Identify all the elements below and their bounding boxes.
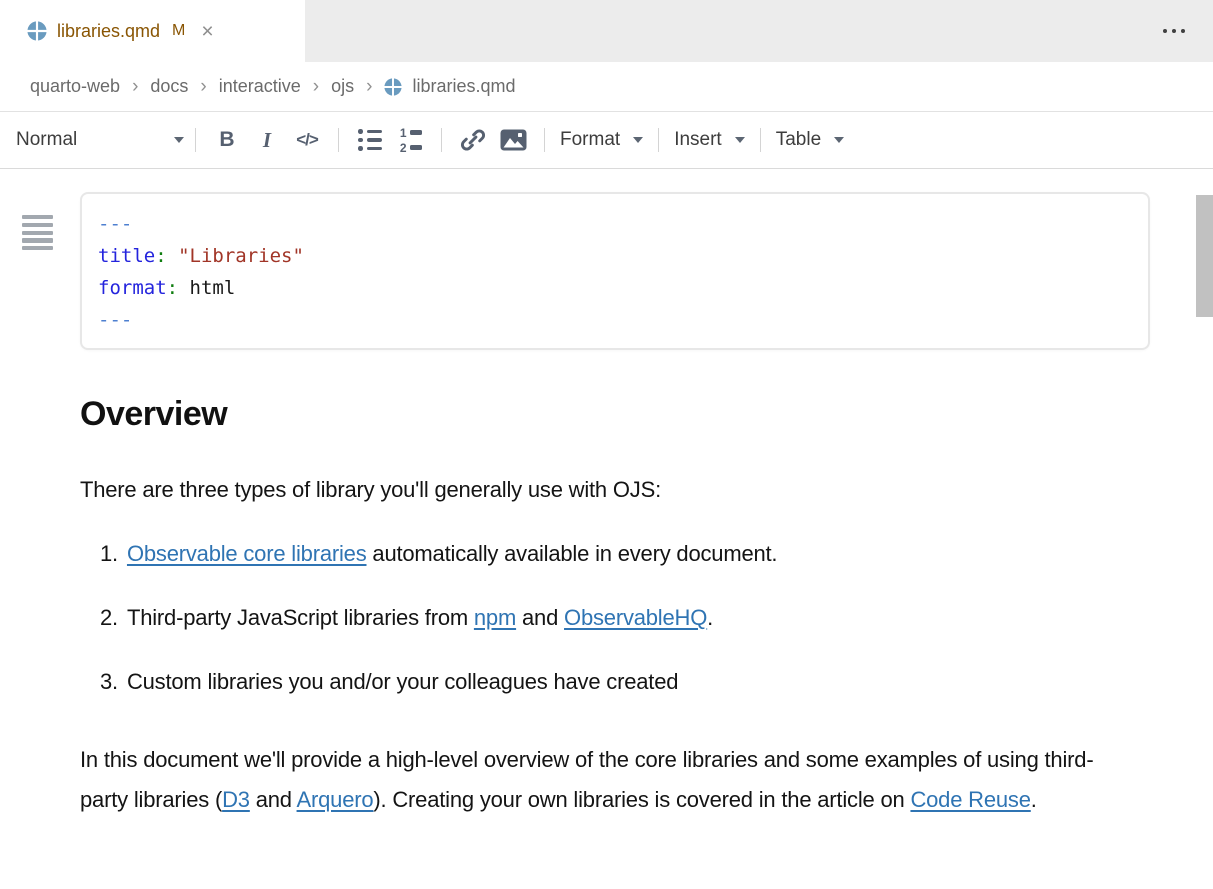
more-actions-icon[interactable] xyxy=(1163,29,1185,33)
yaml-front-matter-block[interactable]: --- title: "Libraries" format: html --- xyxy=(80,192,1150,350)
insert-menu-label: Insert xyxy=(674,129,722,151)
image-button[interactable] xyxy=(496,123,530,157)
breadcrumb-separator: › xyxy=(198,76,208,98)
yaml-key-title: title xyxy=(98,245,155,267)
list-item-text: Custom libraries you and/or your colleag… xyxy=(127,669,678,694)
toolbar-divider xyxy=(195,128,196,152)
breadcrumb-separator: › xyxy=(364,76,374,98)
link-npm[interactable]: npm xyxy=(474,605,516,630)
paragraph-text: . xyxy=(1031,787,1037,812)
list-item-text: Third-party JavaScript libraries from xyxy=(127,605,474,630)
yaml-fence: --- xyxy=(98,309,132,331)
ellipsis-dot xyxy=(1163,29,1167,33)
modified-badge: M xyxy=(172,22,185,40)
yaml-fence: --- xyxy=(98,213,132,235)
paragraph-style-value: Normal xyxy=(16,129,77,151)
list-item: 3. Custom libraries you and/or your colle… xyxy=(100,669,1213,695)
chevron-down-icon xyxy=(633,137,643,143)
toolbar-divider xyxy=(760,128,761,152)
list-number: 3. xyxy=(100,669,118,694)
paragraph-text: and xyxy=(250,787,297,812)
yaml-line: format: html xyxy=(98,272,1132,304)
yaml-colon: : xyxy=(155,245,166,267)
chevron-down-icon xyxy=(174,137,184,143)
breadcrumb-item-ojs[interactable]: ojs xyxy=(331,76,354,97)
chevron-down-icon xyxy=(735,137,745,143)
drag-handle-icon[interactable] xyxy=(22,215,53,254)
bullet-list-button[interactable] xyxy=(353,123,387,157)
editor-canvas[interactable]: --- title: "Libraries" format: html --- … xyxy=(0,192,1213,889)
breadcrumb-item-docs[interactable]: docs xyxy=(150,76,188,97)
list-item-text: and xyxy=(516,605,564,630)
yaml-value-title: "Libraries" xyxy=(178,245,304,267)
breadcrumb-separator: › xyxy=(130,76,140,98)
yaml-line: title: "Libraries" xyxy=(98,240,1132,272)
ellipsis-dot xyxy=(1181,29,1185,33)
chevron-down-icon xyxy=(834,137,844,143)
vertical-scrollbar-thumb[interactable] xyxy=(1196,195,1213,317)
list-item: 2.Third-party JavaScript libraries from … xyxy=(100,605,1213,631)
table-menu-label: Table xyxy=(776,129,821,151)
table-menu[interactable]: Table xyxy=(772,129,848,151)
heading-overview: Overview xyxy=(80,395,1213,434)
yaml-value-format: html xyxy=(190,277,236,299)
list-item-text: automatically available in every documen… xyxy=(367,541,778,566)
breadcrumb-separator: › xyxy=(311,76,321,98)
yaml-line: --- xyxy=(98,304,1132,336)
list-item-text: . xyxy=(707,605,713,630)
tab-bar: libraries.qmd M × xyxy=(0,0,1213,62)
yaml-line: --- xyxy=(98,208,1132,240)
bold-button[interactable]: B xyxy=(210,123,244,157)
numbered-list-icon: 1 2 xyxy=(399,127,422,154)
document-body: Overview There are three types of librar… xyxy=(0,395,1213,820)
breadcrumb-item-file[interactable]: libraries.qmd xyxy=(412,76,515,97)
list-number: 2. xyxy=(100,605,118,630)
close-icon[interactable]: × xyxy=(201,21,213,42)
intro-paragraph: There are three types of library you'll … xyxy=(80,477,1213,503)
ellipsis-dot xyxy=(1172,29,1176,33)
tab-title: libraries.qmd xyxy=(57,21,160,42)
code-button[interactable]: </> xyxy=(290,123,324,157)
tab-libraries-qmd[interactable]: libraries.qmd M × xyxy=(0,0,305,62)
link-code-reuse[interactable]: Code Reuse xyxy=(910,787,1030,812)
yaml-key-format: format xyxy=(98,277,167,299)
quarto-icon xyxy=(27,21,47,41)
breadcrumb-item-interactive[interactable]: interactive xyxy=(219,76,301,97)
yaml-colon: : xyxy=(167,277,178,299)
toolbar-divider xyxy=(544,128,545,152)
image-icon xyxy=(500,129,527,151)
link-button[interactable] xyxy=(456,123,490,157)
link-observablehq[interactable]: ObservableHQ xyxy=(564,605,707,630)
formatting-toolbar: Normal B I </> 1 2 Forma xyxy=(0,112,1213,169)
italic-button[interactable]: I xyxy=(250,123,284,157)
chain-link-icon xyxy=(460,127,486,153)
link-observable-core-libraries[interactable]: Observable core libraries xyxy=(127,541,367,566)
format-menu[interactable]: Format xyxy=(556,129,647,151)
toolbar-divider xyxy=(658,128,659,152)
insert-menu[interactable]: Insert xyxy=(670,129,749,151)
breadcrumb: quarto-web › docs › interactive › ojs › … xyxy=(0,62,1213,112)
paragraph-text: ). Creating your own libraries is covere… xyxy=(373,787,910,812)
paragraph-style-dropdown[interactable]: Normal xyxy=(16,129,184,151)
toolbar-divider xyxy=(441,128,442,152)
bullet-list-icon xyxy=(358,129,382,151)
list-number: 1. xyxy=(100,541,118,566)
quarto-icon xyxy=(384,78,402,96)
toolbar-divider xyxy=(338,128,339,152)
closing-paragraph: In this document we'll provide a high-le… xyxy=(80,740,1095,820)
format-menu-label: Format xyxy=(560,129,620,151)
list-item: 1. Observable core libraries automaticall… xyxy=(100,541,1213,567)
numbered-list-button[interactable]: 1 2 xyxy=(393,123,427,157)
link-d3[interactable]: D3 xyxy=(222,787,250,812)
breadcrumb-item-quarto-web[interactable]: quarto-web xyxy=(30,76,120,97)
link-arquero[interactable]: Arquero xyxy=(297,787,374,812)
numbered-list: 1. Observable core libraries automaticall… xyxy=(0,541,1213,695)
